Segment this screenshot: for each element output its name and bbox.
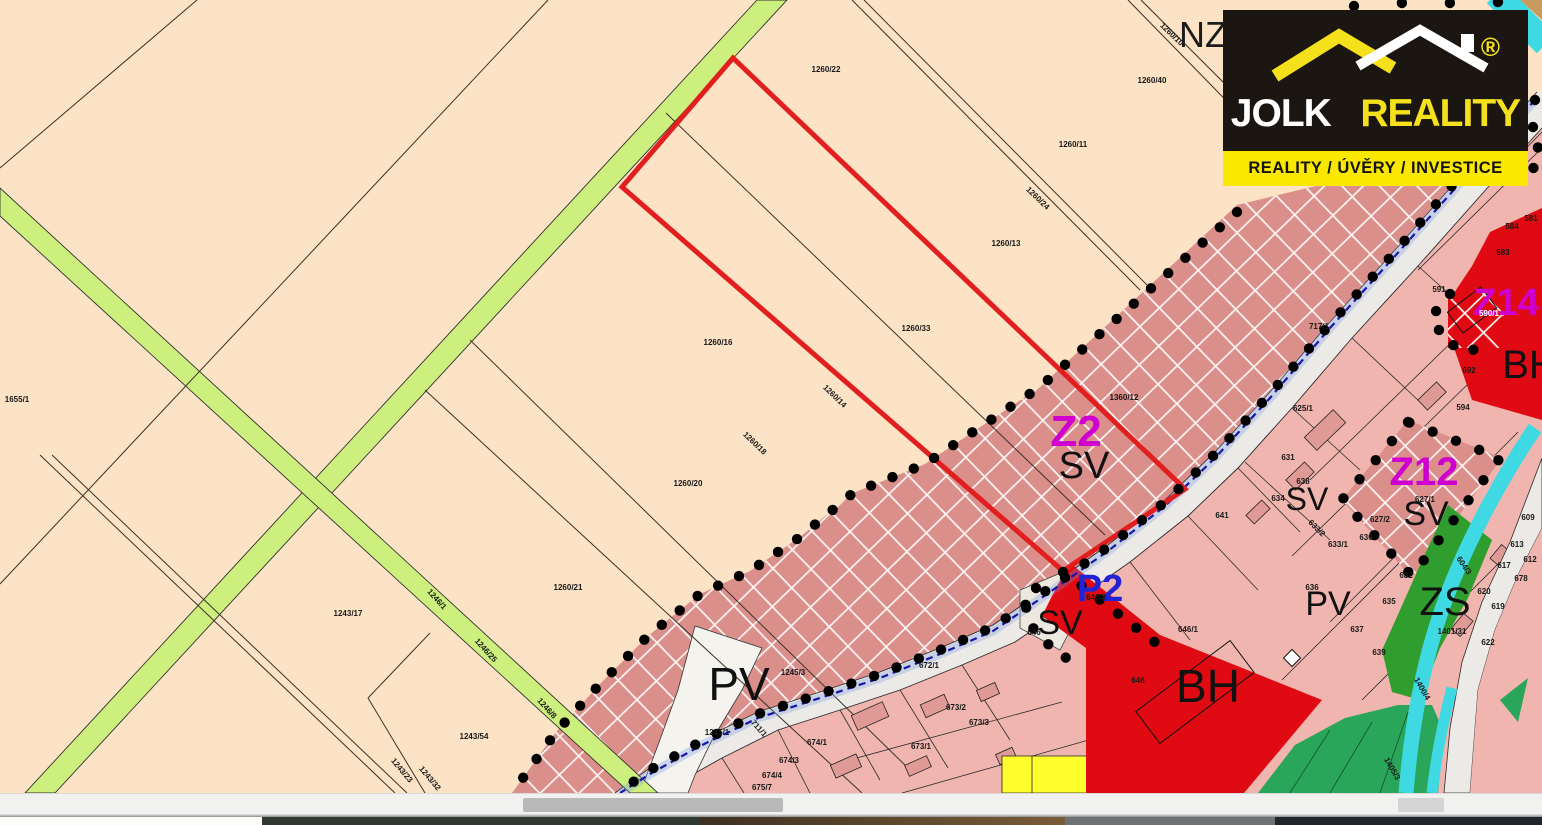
zone-label-nz: NZ	[1179, 14, 1227, 55]
parcel-number: 590/1	[1479, 309, 1500, 318]
parcel-number: 612	[1523, 555, 1537, 564]
parcel-number: 1260/13	[992, 239, 1021, 248]
parcel-number: 674/3	[779, 756, 800, 765]
parcel-number: 609	[1521, 513, 1535, 522]
parcel-number: 692	[1462, 366, 1476, 375]
parcel-number: 717/1	[1309, 322, 1330, 331]
statusbar-left	[0, 817, 262, 825]
parcel-number: 630	[1359, 533, 1373, 542]
parcel-number: 1260/16	[704, 338, 733, 347]
horizontal-scrollbar[interactable]	[0, 793, 1542, 815]
parcel-number: 632	[1399, 571, 1413, 580]
zone-label-sv: SV	[1059, 445, 1110, 487]
parcel-number: 634	[1271, 494, 1285, 503]
logo-box: ® JOLK REALITY	[1223, 10, 1528, 151]
logo-brand-primary: JOLK	[1231, 92, 1331, 135]
registered-mark: ®	[1481, 32, 1500, 63]
parcel-number: 673/1	[911, 742, 932, 751]
parcel-number: 646/1	[1178, 625, 1199, 634]
parcel-number: 1401/31	[1438, 627, 1467, 636]
scrollbar-corner	[1398, 798, 1444, 812]
zone-label-bh: BH	[1176, 660, 1240, 712]
parcel-number: 672/1	[919, 661, 940, 670]
logo-brand-secondary: REALITY	[1360, 92, 1520, 135]
map-viewer-window: NZZ2SVP2SVBHPVPVSVZ12SVZSBHZ141655/11260…	[0, 0, 1542, 825]
parcel-number: 594	[1456, 403, 1470, 412]
parcel-number: 622	[1481, 638, 1495, 647]
zone-label-p2: P2	[1077, 568, 1123, 610]
taskbar-segment	[1065, 817, 1275, 825]
parcel-number: 617	[1497, 561, 1511, 570]
parcel-number: 636	[1305, 583, 1319, 592]
parcel-number: 646/3	[1086, 593, 1107, 602]
parcel-number: 1243/54	[460, 732, 489, 741]
parcel-number: 646	[1027, 628, 1041, 637]
taskbar-segment	[700, 817, 1065, 825]
parcel-number: 673/3	[969, 718, 990, 727]
parcel-number: 627/2	[1370, 515, 1391, 524]
agency-logo: ® JOLK REALITY REALITY / ÚVĚRY / INVESTI…	[1223, 10, 1528, 186]
parcel-number: 678	[1514, 574, 1528, 583]
parcel-number: 641	[1215, 511, 1229, 520]
parcel-number: 1260/33	[902, 324, 931, 333]
parcel-number: 675/7	[752, 783, 773, 792]
parcel-number: 633/1	[1328, 540, 1349, 549]
parcel-number: 1260/21	[554, 583, 583, 592]
zone-label-sv: SV	[1037, 604, 1083, 642]
zone-label-zs: ZS	[1419, 580, 1470, 624]
parcel-number: 1245/1	[705, 728, 730, 737]
parcel-number: 639	[1372, 648, 1386, 657]
parcel-number: 583	[1496, 248, 1510, 257]
zone-label-z12: Z12	[1390, 450, 1459, 494]
taskbar-segment	[262, 817, 700, 825]
parcel-number: 1260/11	[1059, 140, 1088, 149]
logo-tagline: REALITY / ÚVĚRY / INVESTICE	[1223, 151, 1528, 186]
parcel-number: 646	[1131, 676, 1145, 685]
taskbar-sliver	[0, 817, 1542, 825]
scrollbar-thumb[interactable]	[523, 798, 783, 812]
parcel-number: 1260/22	[812, 65, 841, 74]
parcel-number: 584	[1505, 222, 1519, 231]
parcel-number: 627/1	[1415, 495, 1436, 504]
parcel-number: 674/4	[762, 771, 783, 780]
parcel-number: 638	[1296, 477, 1310, 486]
parcel-number: 613	[1510, 540, 1524, 549]
parcel-number: 1243/17	[334, 609, 363, 618]
parcel-number: 1655/1	[5, 395, 30, 404]
parcel-number: 619	[1491, 602, 1505, 611]
parcel-number: 581	[1524, 214, 1538, 223]
parcel-number: 1260/20	[674, 479, 703, 488]
parcel-number: 591	[1432, 285, 1446, 294]
parcel-number: 674/1	[807, 738, 828, 747]
zone-label-bh: BH	[1502, 343, 1542, 387]
parcel-number: 637	[1350, 625, 1364, 634]
parcel-number: 635	[1382, 597, 1396, 606]
parcel-number: 673/2	[946, 703, 967, 712]
parcel-number: 625/1	[1293, 404, 1314, 413]
logo-brand: JOLK REALITY	[1223, 92, 1528, 136]
zone-label-sv: SV	[1286, 481, 1329, 517]
parcel-number: 1245/3	[781, 668, 806, 677]
parcel-number: 1260/40	[1138, 76, 1167, 85]
parcel-number: 631	[1281, 453, 1295, 462]
parcel-number: 1360/12	[1110, 393, 1139, 402]
parcel-number: 620	[1477, 587, 1491, 596]
taskbar-segment	[1275, 817, 1542, 825]
zone-label-pv: PV	[708, 658, 770, 710]
